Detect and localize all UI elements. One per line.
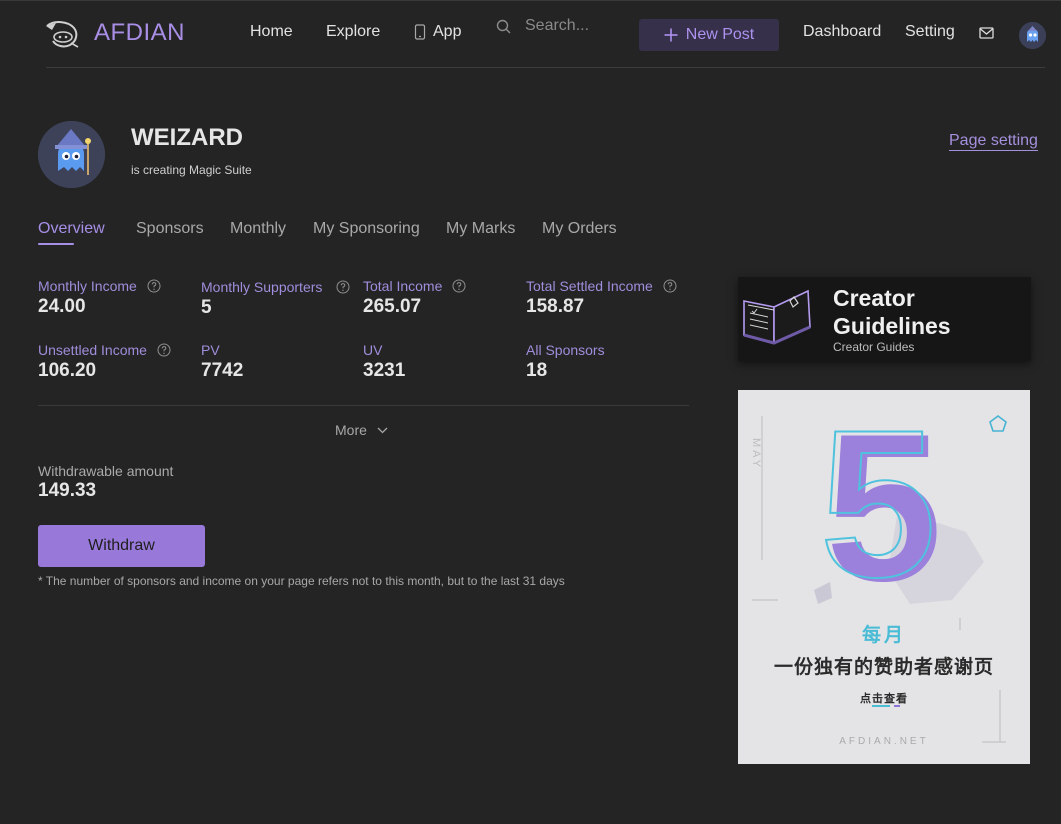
withdrawable-amount: 149.33 [38,480,97,501]
stat-label: Monthly Income [38,278,137,294]
help-icon[interactable] [147,279,161,293]
nav-dashboard[interactable]: Dashboard [803,23,881,41]
promo-banner[interactable]: 5 5 MAY 每月 一份独有的赞助者感谢页 点击查看 AFDIAN.NET [738,390,1030,764]
book-icon [743,289,811,345]
stat-total-settled-income: Total Settled Income 158.87 [526,278,677,318]
stat-pv: PV 7742 [201,342,243,382]
phone-icon [414,24,426,40]
tab-my-sponsoring[interactable]: My Sponsoring [313,220,420,238]
banner-monthly: 每月 [861,625,906,646]
profile-avatar[interactable] [38,121,105,188]
new-post-label: New Post [685,26,755,43]
stat-monthly-supporters: Monthly Supporters 5 [201,279,350,319]
nav-app-label: App [433,23,462,40]
stat-value: 7742 [201,360,244,381]
nav-setting[interactable]: Setting [905,23,955,41]
tab-my-marks[interactable]: My Marks [446,220,515,238]
stat-label: Total Income [363,278,443,294]
tab-monthly[interactable]: Monthly [230,220,286,238]
nav-explore[interactable]: Explore [326,23,380,41]
plus-icon [664,28,678,42]
brand-logo[interactable]: AFDIAN [44,15,185,51]
tab-sponsors[interactable]: Sponsors [136,220,204,238]
stat-label: Monthly Supporters [201,279,323,295]
nav-home[interactable]: Home [250,23,293,41]
header-divider [46,67,1045,68]
guide-subtitle: Creator Guides [833,340,915,354]
stat-value: 5 [201,297,212,318]
stat-value: 106.20 [38,360,97,381]
stat-value: 158.87 [526,296,585,317]
income-footnote: * The number of sponsors and income on y… [38,574,565,588]
active-tab-indicator [38,243,74,245]
new-post-button[interactable]: New Post [639,19,779,51]
guide-title: Creator Guidelines [833,285,951,339]
banner-month: MAY [750,438,762,471]
stat-unsettled-income: Unsettled Income 106.20 [38,342,171,382]
stat-total-income: Total Income 265.07 [363,278,466,318]
svg-text:5: 5 [820,390,937,621]
banner-headline: 一份独有的赞助者感谢页 [773,657,994,678]
help-icon[interactable] [336,280,350,294]
more-toggle[interactable]: More [335,422,388,438]
top-navigation-bar: AFDIAN Home Explore App Dashboard Settin… [0,0,1061,68]
chevron-down-icon [377,427,388,433]
banner-site: AFDIAN.NET [839,736,929,747]
stat-value: 18 [526,360,548,381]
stat-label: Total Settled Income [526,278,653,294]
search-box [496,17,625,35]
stat-label: PV [201,342,220,358]
stat-value: 24.00 [38,296,86,317]
promo-artwork: 5 5 [752,390,1007,743]
creator-guidelines-card[interactable]: Creator Guidelines Creator Guides [738,277,1031,361]
mail-icon[interactable] [979,26,994,40]
nav-app[interactable]: App [414,23,461,41]
more-label: More [335,422,367,438]
stat-value: 265.07 [363,296,422,317]
stat-label: Unsettled Income [38,342,147,358]
wizard-ghost-icon [38,121,105,188]
user-avatar[interactable] [1019,22,1046,49]
brand-name: AFDIAN [94,19,186,46]
stat-monthly-income: Monthly Income 24.00 [38,278,161,318]
help-icon[interactable] [452,279,466,293]
banner-cta[interactable]: 点击查看 [738,690,1030,706]
help-icon[interactable] [157,343,171,357]
stat-label: UV [363,342,383,358]
page-setting-link[interactable]: Page setting [949,132,1038,150]
withdrawable-label: Withdrawable amount [38,463,174,479]
logo-icon [46,21,79,48]
stat-all-sponsors: All Sponsors 18 [526,342,605,382]
tab-my-orders[interactable]: My Orders [542,220,617,238]
search-input[interactable] [525,17,625,35]
stat-value: 3231 [363,360,406,381]
tab-overview[interactable]: Overview [38,220,105,238]
help-icon[interactable] [663,279,677,293]
stats-divider [38,405,689,406]
avatar-icon [1019,22,1046,49]
search-icon[interactable] [496,19,511,34]
stat-uv: UV 3231 [363,342,405,382]
creator-name: WEIZARD [131,124,243,151]
stat-label: All Sponsors [526,342,605,358]
withdraw-button[interactable]: Withdraw [38,525,205,567]
creator-subtitle: is creating Magic Suite [131,163,252,177]
